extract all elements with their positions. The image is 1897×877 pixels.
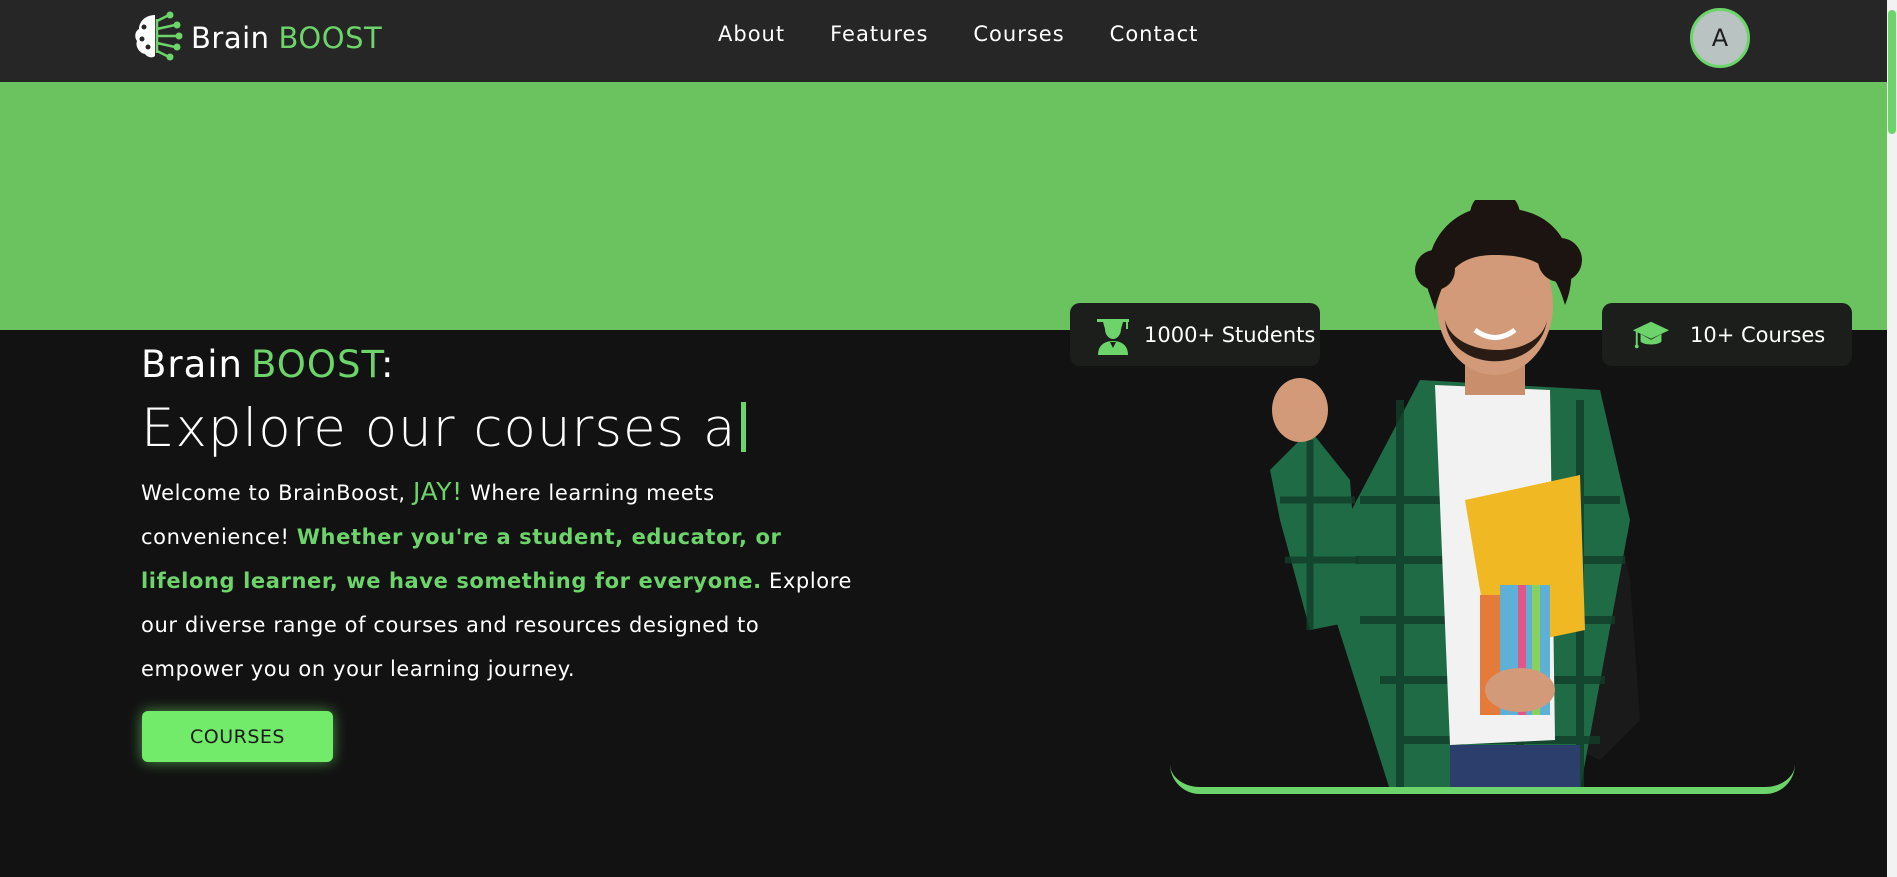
hero-brand-colon: : [381,343,395,386]
nav-link-features[interactable]: Features [830,22,928,46]
students-stat-badge: 1000+ Students [1070,303,1320,366]
student-graduate-icon [1094,314,1132,356]
scrollbar-thumb[interactable] [1888,10,1896,134]
user-avatar[interactable]: A [1690,8,1750,68]
hero-desc-name: JAY! [412,477,463,506]
hero-brand-brain: Brain [141,343,243,386]
hero-title: Explore our courses a [141,398,746,459]
students-stat-label: 1000+ Students [1144,322,1316,347]
logo-brain-text: Brain [191,21,270,55]
nav-link-contact[interactable]: Contact [1110,22,1199,46]
brain-circuit-icon [131,9,185,67]
courses-stat-badge: 10+ Courses [1602,303,1852,366]
hero-description: Welcome to BrainBoost, JAY! Where learni… [141,470,861,691]
hero-desc-part1: Welcome to BrainBoost, [141,481,413,505]
hero-title-text: Explore our courses a [141,398,737,459]
nav-link-about[interactable]: About [718,22,785,46]
nav-links: About Features Courses Contact [718,22,1243,46]
graduation-cap-icon [1632,314,1670,356]
courses-button[interactable]: COURSES [142,711,333,762]
logo-text: Brain BOOST [191,21,382,55]
courses-stat-label: 10+ Courses [1690,322,1826,347]
hero-brand: Brain BOOST: [141,343,394,386]
hero-brand-boost: BOOST [251,343,382,386]
logo-boost-text: BOOST [278,21,383,55]
scrollbar-track[interactable] [1887,0,1897,877]
navbar: Brain BOOST About Features Courses Contac… [0,0,1887,82]
student-photo [1270,200,1640,790]
photo-underline [1170,760,1795,794]
logo[interactable]: Brain BOOST [131,11,382,65]
nav-link-courses[interactable]: Courses [973,22,1064,46]
typing-cursor [740,402,746,452]
